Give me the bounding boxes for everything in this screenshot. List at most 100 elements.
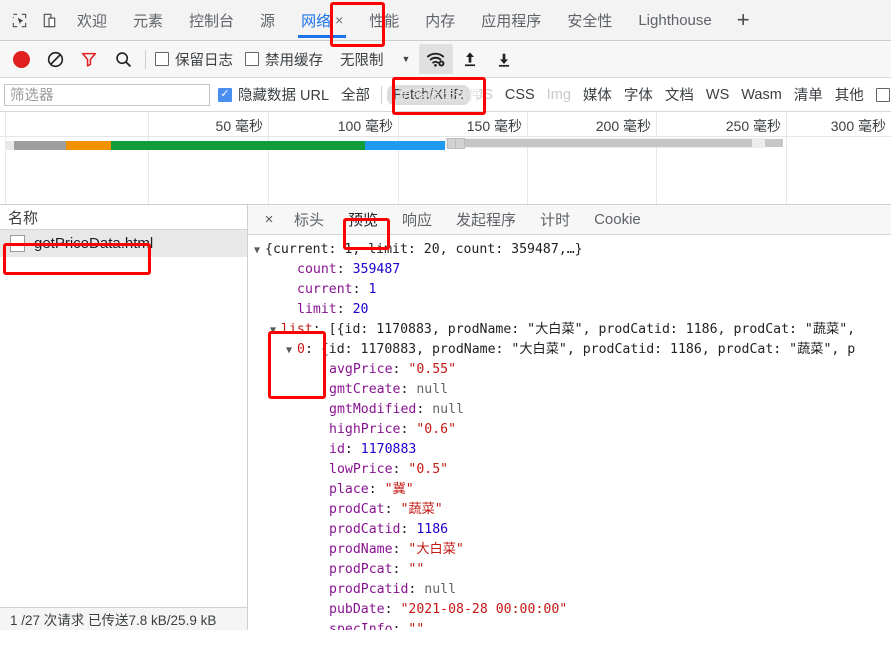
json-value: "0.55" (408, 362, 457, 377)
filter-type-manifest[interactable]: 清单 (788, 82, 829, 107)
json-line[interactable]: prodCatid: 1186 (254, 520, 891, 540)
timeline-tick-label: 50 毫秒 (215, 118, 263, 134)
close-icon[interactable]: × (256, 211, 282, 228)
json-line[interactable]: gmtCreate: null (254, 380, 891, 400)
timeline-overview-graph[interactable] (0, 137, 891, 204)
timeline-gridline (527, 112, 528, 136)
inspect-element-icon[interactable] (4, 5, 34, 35)
hide-data-urls-checkbox[interactable]: 隐藏数据 URL (218, 84, 329, 105)
tab-network[interactable]: 网络 × (288, 0, 356, 41)
json-line[interactable]: specInfo: "" (254, 620, 891, 630)
tab-welcome[interactable]: 欢迎 (64, 0, 120, 41)
tab-security[interactable]: 安全性 (554, 0, 625, 41)
overview-resize-grip[interactable] (455, 138, 465, 149)
search-button[interactable] (106, 44, 140, 74)
tab-preview[interactable]: 预览 (336, 205, 390, 235)
json-line[interactable]: lowPrice: "0.5" (254, 460, 891, 480)
json-line[interactable]: avgPrice: "0.55" (254, 360, 891, 380)
filter-type-all[interactable]: 全部 (335, 82, 376, 107)
tab-performance[interactable]: 性能 (356, 0, 412, 41)
tab-application[interactable]: 应用程序 (468, 0, 554, 41)
tab-elements[interactable]: 元素 (120, 0, 176, 41)
json-line[interactable]: prodPcat: "" (254, 560, 891, 580)
timeline-tick-label: 250 毫秒 (725, 118, 781, 134)
tab-timing[interactable]: 计时 (528, 205, 582, 235)
record-button[interactable] (4, 44, 38, 74)
filter-button[interactable] (72, 44, 106, 74)
timeline-ruler: 50 毫秒 100 毫秒 150 毫秒 200 毫秒 250 毫秒 300 毫秒 (0, 112, 891, 137)
json-line[interactable]: limit: 20 (254, 300, 891, 320)
search-icon (115, 51, 131, 67)
json-colon: : (400, 382, 417, 397)
json-line[interactable]: ▼ 0: {id: 1170883, prodName: "大白菜", prodC… (254, 340, 891, 360)
filter-type-fetch-xhr[interactable]: Fetch/XHR (387, 84, 470, 105)
filter-type-font[interactable]: 字体 (618, 82, 659, 107)
disable-cache-checkbox[interactable]: 禁用缓存 (245, 49, 323, 70)
disclosure-triangle-icon[interactable]: ▼ (286, 341, 297, 361)
filter-type-other[interactable]: 其他 (829, 82, 870, 107)
json-line[interactable]: ▼ list: [{id: 1170883, prodName: "大白菜", p… (254, 320, 891, 340)
filter-type-js[interactable]: JS (470, 85, 499, 105)
json-line[interactable]: gmtModified: null (254, 400, 891, 420)
json-line[interactable]: place: "冀" (254, 480, 891, 500)
json-line[interactable]: prodName: "大白菜" (254, 540, 891, 560)
json-key: lowPrice (329, 462, 393, 477)
tab-headers[interactable]: 标头 (282, 205, 336, 235)
throttle-select[interactable]: 无限制 (331, 49, 393, 70)
json-colon: : (392, 362, 409, 377)
json-line[interactable]: ▼ {current: 1, limit: 20, count: 359487,…… (254, 240, 891, 260)
disclosure-triangle-icon[interactable]: ▼ (254, 241, 265, 261)
filter-type-wasm[interactable]: Wasm (735, 85, 788, 105)
tab-label: 元素 (133, 12, 164, 30)
tab-initiator[interactable]: 发起程序 (444, 205, 528, 235)
filter-type-doc[interactable]: 文档 (659, 82, 700, 107)
tab-label: 应用程序 (481, 12, 542, 30)
has-blocked-cookies-checkbox[interactable] (875, 87, 890, 102)
waterfall-segment (111, 141, 365, 150)
json-line[interactable]: id: 1170883 (254, 440, 891, 460)
tab-cookies[interactable]: Cookie (582, 205, 653, 235)
json-line[interactable]: highPrice: "0.6" (254, 420, 891, 440)
filter-type-media[interactable]: 媒体 (577, 82, 618, 107)
timeline-gridline (656, 112, 657, 136)
json-line[interactable]: current: 1 (254, 280, 891, 300)
add-panel-icon[interactable]: + (725, 0, 762, 41)
tab-sources[interactable]: 源 (247, 0, 288, 41)
json-line[interactable]: pubDate: "2021-08-28 00:00:00" (254, 600, 891, 620)
json-preview[interactable]: ▼ {current: 1, limit: 20, count: 359487,…… (248, 235, 891, 630)
json-colon: : (368, 482, 385, 497)
import-har-button[interactable] (453, 44, 487, 74)
filter-type-img[interactable]: Img (541, 85, 577, 105)
json-colon: : (352, 282, 369, 297)
timeline-gridline (5, 112, 6, 136)
export-har-button[interactable] (487, 44, 521, 74)
json-value: "大白菜" (408, 542, 464, 557)
tab-response[interactable]: 响应 (390, 205, 444, 235)
json-colon: : (304, 342, 321, 357)
waterfall-segment (14, 141, 66, 150)
overview-scroll-thumb[interactable] (462, 139, 752, 147)
json-colon: : (408, 582, 425, 597)
preserve-log-checkbox[interactable]: 保留日志 (155, 49, 233, 70)
disclosure-triangle-icon[interactable]: ▼ (270, 321, 281, 341)
tab-memory[interactable]: 内存 (412, 0, 468, 41)
column-header-name: 名称 (8, 209, 39, 227)
network-conditions-button[interactable] (419, 44, 454, 74)
request-rows: getPriceData.html (0, 230, 247, 607)
filter-type-ws[interactable]: WS (700, 85, 735, 105)
json-line[interactable]: prodCat: "蔬菜" (254, 500, 891, 520)
device-toolbar-icon[interactable] (34, 5, 64, 35)
disable-cache-label: 禁用缓存 (265, 52, 323, 69)
filter-input[interactable]: 筛选器 (4, 83, 210, 106)
close-icon[interactable]: × (335, 12, 343, 28)
tab-console[interactable]: 控制台 (176, 0, 247, 41)
json-line[interactable]: count: 359487 (254, 260, 891, 280)
timeline-tick-label: 300 毫秒 (830, 118, 886, 134)
tab-lighthouse[interactable]: Lighthouse (625, 0, 724, 41)
table-row[interactable]: getPriceData.html (0, 230, 247, 257)
clear-button[interactable] (38, 44, 72, 74)
filter-type-css[interactable]: CSS (499, 85, 541, 105)
json-key: pubDate (329, 602, 385, 617)
json-line[interactable]: prodPcatid: null (254, 580, 891, 600)
chevron-down-icon[interactable]: ▼ (393, 54, 420, 64)
